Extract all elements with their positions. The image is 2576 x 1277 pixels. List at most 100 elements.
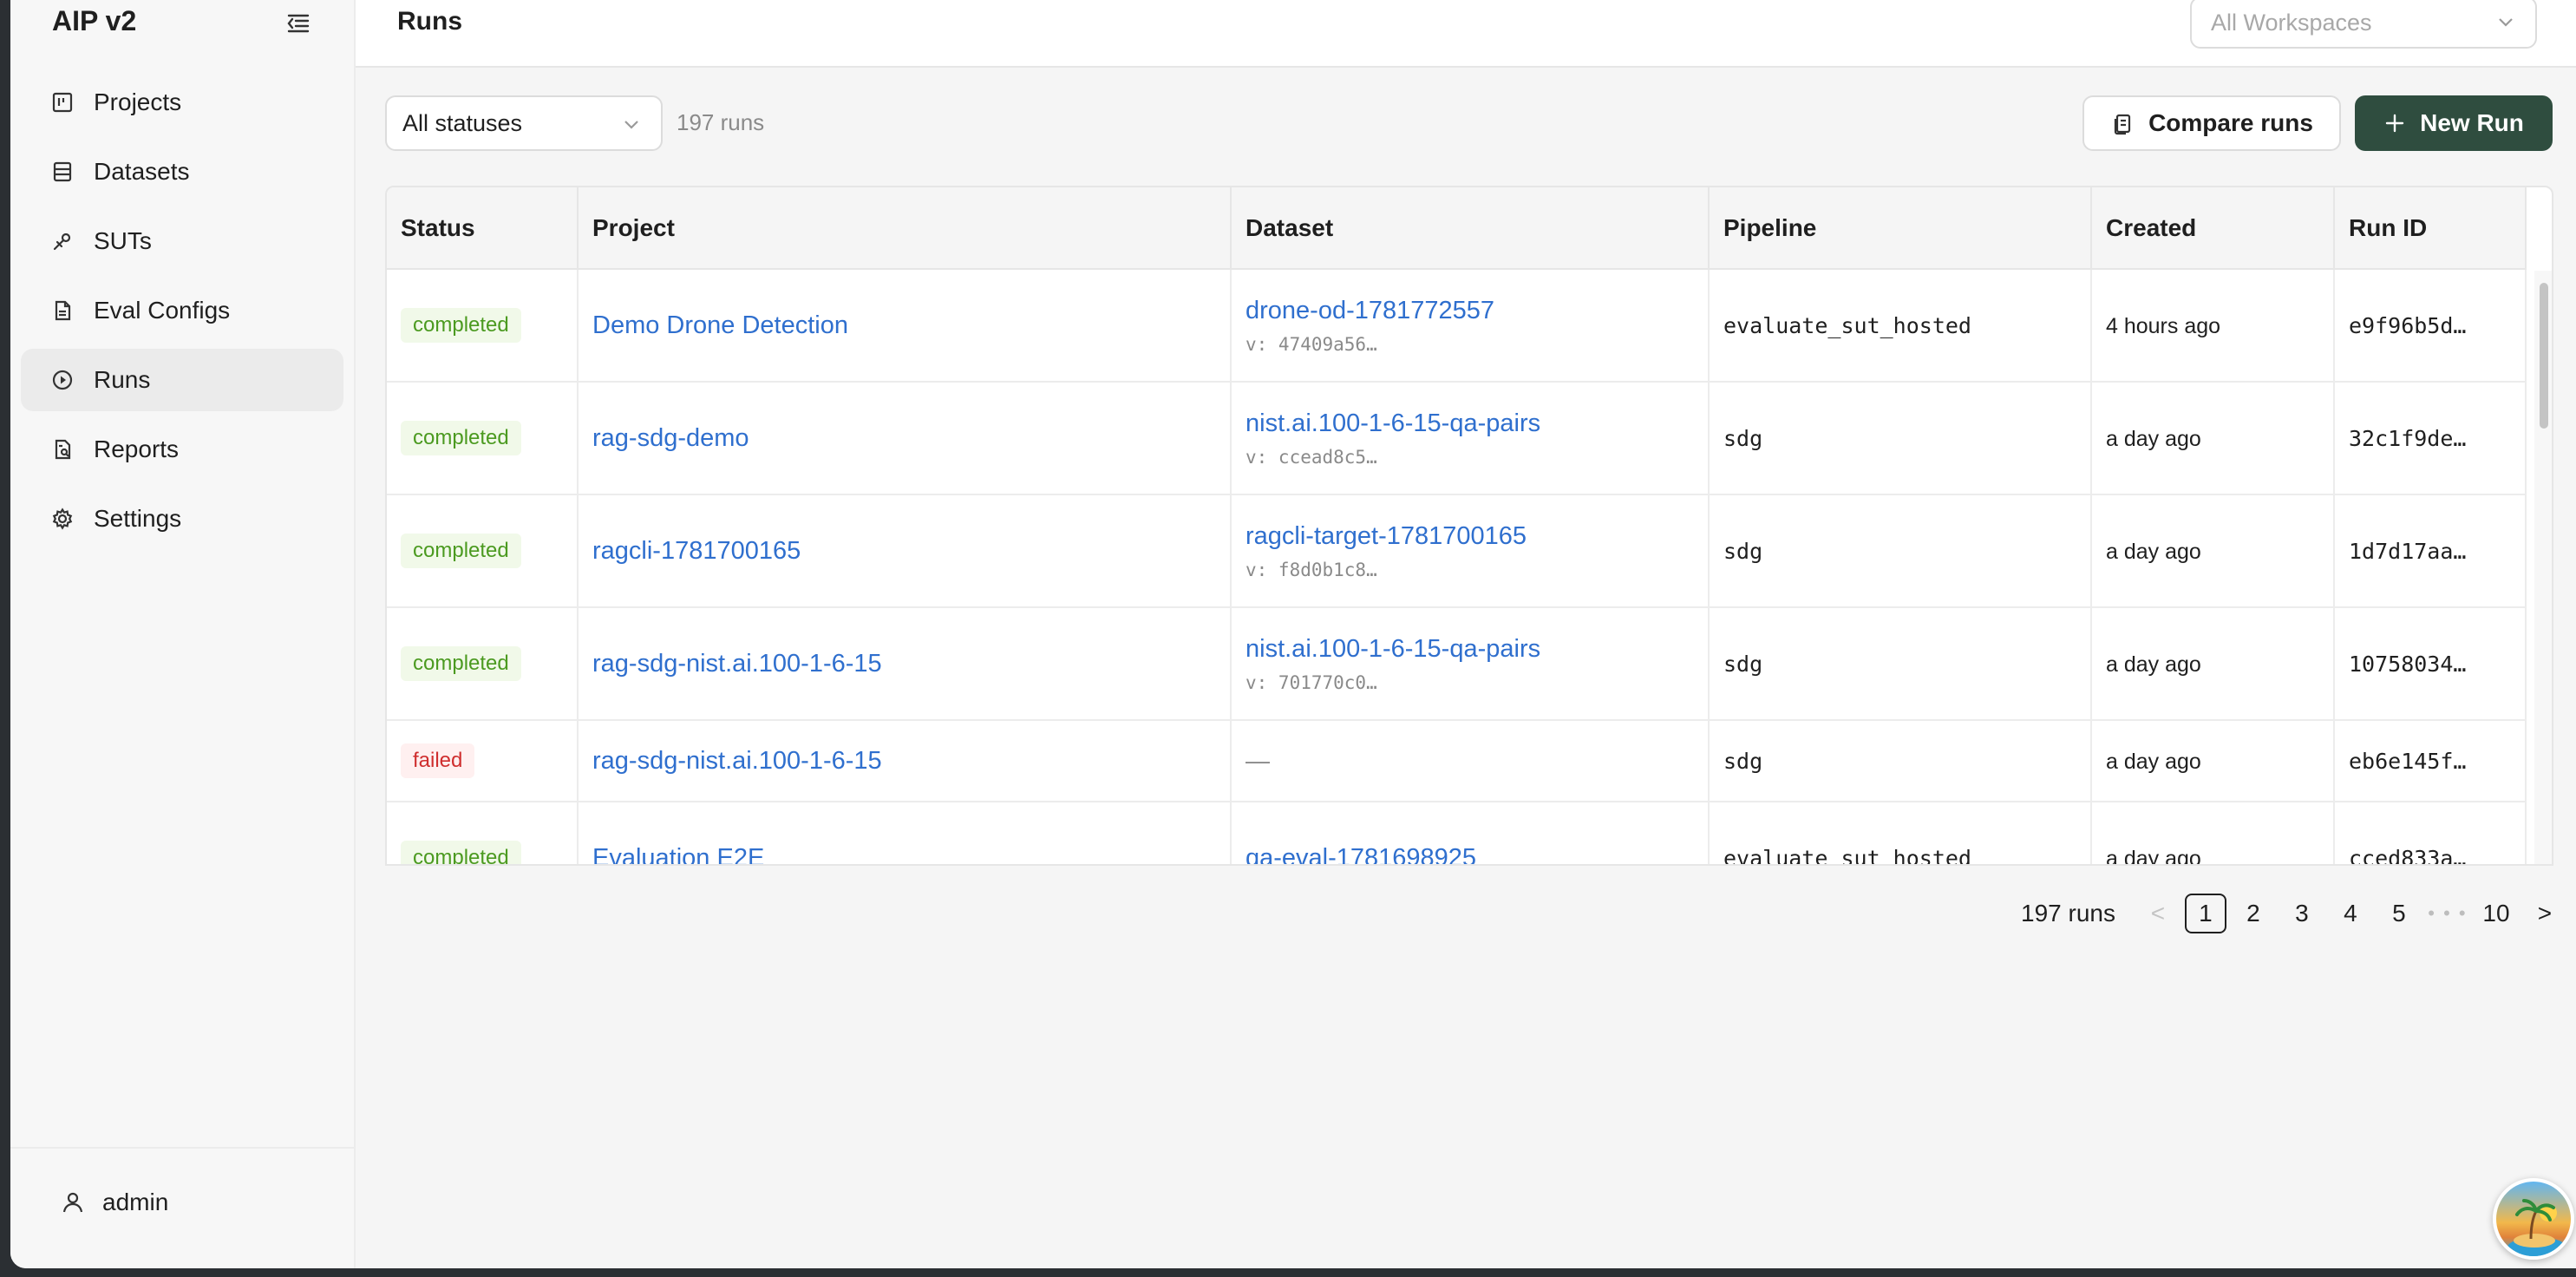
sidebar-item-eval-configs[interactable]: Eval Configs	[21, 279, 343, 342]
sidebar-footer: admin	[10, 1147, 354, 1268]
compare-runs-label: Compare runs	[2148, 109, 2313, 136]
sidebar-item-settings[interactable]: Settings	[21, 488, 343, 550]
sidebar-item-datasets[interactable]: Datasets	[21, 141, 343, 203]
dataset-version: v: ccead8c5…	[1246, 446, 1377, 468]
column-header-project[interactable]: Project	[578, 187, 1232, 270]
sidebar-item-label: Eval Configs	[94, 297, 231, 324]
table-scrollbar[interactable]	[2534, 271, 2552, 864]
run-id: eb6e145f…	[2349, 749, 2467, 774]
pipeline-name: sdg	[1723, 749, 1763, 774]
chevron-down-icon	[621, 115, 642, 141]
status-filter-value: All statuses	[402, 109, 523, 136]
island-icon	[2507, 1199, 2566, 1256]
table-row[interactable]: completed rag-sdg-demo nist.ai.100-1-6-1…	[387, 382, 2527, 495]
project-link[interactable]: ragcli-1781700165	[592, 537, 801, 565]
sidebar-item-projects[interactable]: Projects	[21, 71, 343, 134]
pipeline-name: sdg	[1723, 652, 1763, 677]
sidebar-nav: Projects Datasets SUTs Eval Configs Runs…	[21, 71, 343, 557]
user-menu[interactable]: admin	[61, 1189, 168, 1216]
sidebar-item-runs[interactable]: Runs	[21, 349, 343, 411]
suts-icon	[50, 229, 75, 253]
table-header-row: Status Project Dataset Pipeline Created …	[387, 187, 2527, 270]
reports-icon	[50, 437, 75, 462]
project-link[interactable]: rag-sdg-nist.ai.100-1-6-15	[592, 650, 882, 678]
column-header-dataset[interactable]: Dataset	[1231, 187, 1710, 270]
runs-icon	[50, 368, 75, 392]
dataset-link[interactable]: ragcli-target-1781700165	[1246, 522, 1708, 551]
sidebar-item-label: SUTs	[94, 227, 152, 254]
project-link[interactable]: Demo Drone Detection	[592, 311, 848, 339]
pipeline-name: sdg	[1723, 426, 1763, 451]
pipeline-name: evaluate_sut_hosted	[1723, 846, 1971, 866]
eval-configs-icon	[50, 298, 75, 323]
status-filter-select[interactable]: All statuses	[385, 95, 663, 151]
app-window: AIP v2 Projects Datasets SUTs Eval Confi…	[10, 0, 2576, 1268]
datasets-icon	[50, 160, 75, 184]
column-header-status[interactable]: Status	[387, 187, 579, 270]
scrollbar-thumb[interactable]	[2540, 283, 2548, 429]
runs-table: Status Project Dataset Pipeline Created …	[385, 186, 2553, 866]
pipeline-name: sdg	[1723, 539, 1763, 564]
run-id: e9f96b5d…	[2349, 313, 2467, 338]
column-header-created[interactable]: Created	[2091, 187, 2335, 270]
page-button-4[interactable]: 4	[2329, 894, 2372, 933]
dataset-link[interactable]: drone-od-1781772557	[1246, 297, 1708, 325]
sidebar-item-label: Reports	[94, 435, 180, 462]
page-button-3[interactable]: 3	[2280, 894, 2324, 933]
status-badge: failed	[401, 743, 475, 778]
plus-icon	[2383, 112, 2406, 134]
sidebar-item-label: Settings	[94, 505, 182, 532]
page-button-5[interactable]: 5	[2377, 894, 2421, 933]
page-button-10[interactable]: 10	[2475, 894, 2518, 933]
workspace-select[interactable]: All Workspaces	[2190, 0, 2537, 49]
project-link[interactable]: rag-sdg-nist.ai.100-1-6-15	[592, 747, 882, 775]
table-row[interactable]: completed ragcli-1781700165 ragcli-targe…	[387, 494, 2527, 608]
table-row[interactable]: failed rag-sdg-nist.ai.100-1-6-15 — sdg …	[387, 720, 2527, 802]
dataset-version: v: 701770c0…	[1246, 671, 1377, 693]
sidebar-item-reports[interactable]: Reports	[21, 418, 343, 481]
dataset-link[interactable]: nist.ai.100-1-6-15-qa-pairs	[1246, 635, 1708, 664]
created-time: a day ago	[2106, 847, 2201, 866]
page-button-2[interactable]: 2	[2232, 894, 2275, 933]
page-button-1[interactable]: 1	[2184, 894, 2226, 933]
projects-icon	[50, 90, 75, 115]
status-badge: completed	[401, 534, 521, 568]
project-link[interactable]: rag-sdg-demo	[592, 424, 749, 452]
sidebar-item-suts[interactable]: SUTs	[21, 210, 343, 272]
next-page-button[interactable]: >	[2523, 894, 2566, 933]
new-run-button[interactable]: New Run	[2355, 95, 2553, 151]
dataset-link[interactable]: qa-eval-1781698925	[1246, 844, 1708, 865]
pagination-ellipsis[interactable]: • • •	[2426, 894, 2469, 933]
table-row[interactable]: completed Demo Drone Detection drone-od-…	[387, 269, 2527, 383]
compare-icon	[2110, 111, 2135, 135]
dataset-empty: —	[1246, 747, 1270, 774]
assistant-avatar-button[interactable]	[2493, 1178, 2574, 1260]
sidebar: AIP v2 Projects Datasets SUTs Eval Confi…	[10, 0, 356, 1268]
chevron-down-icon	[2495, 12, 2516, 39]
app-title: AIP v2	[52, 5, 137, 36]
gear-icon	[50, 507, 75, 531]
column-header-run-id[interactable]: Run ID	[2334, 187, 2527, 270]
compare-runs-button[interactable]: Compare runs	[2082, 95, 2341, 151]
workspace-select-placeholder: All Workspaces	[2211, 9, 2372, 36]
created-time: a day ago	[2106, 652, 2201, 677]
prev-page-button[interactable]: <	[2136, 894, 2180, 933]
collapse-sidebar-icon[interactable]	[284, 9, 312, 36]
created-time: a day ago	[2106, 540, 2201, 564]
created-time: a day ago	[2106, 427, 2201, 451]
status-badge: completed	[401, 646, 521, 681]
table-row[interactable]: completed rag-sdg-nist.ai.100-1-6-15 nis…	[387, 607, 2527, 721]
status-badge: completed	[401, 841, 521, 864]
page-title: Runs	[397, 7, 462, 36]
project-link[interactable]: Evaluation E2E	[592, 844, 764, 865]
dataset-link[interactable]: nist.ai.100-1-6-15-qa-pairs	[1246, 409, 1708, 438]
runs-count: 197 runs	[677, 109, 765, 135]
table-row[interactable]: completed Evaluation E2E qa-eval-1781698…	[387, 802, 2527, 866]
run-id: 32c1f9de…	[2349, 426, 2467, 451]
sidebar-item-label: Runs	[94, 366, 151, 393]
created-time: a day ago	[2106, 750, 2201, 774]
run-id: 10758034…	[2349, 652, 2467, 677]
run-id: cced833a…	[2349, 846, 2467, 866]
pagination: 197 runs < 1 2 3 4 5 • • • 10 >	[2021, 890, 2572, 937]
column-header-pipeline[interactable]: Pipeline	[1709, 187, 2092, 270]
